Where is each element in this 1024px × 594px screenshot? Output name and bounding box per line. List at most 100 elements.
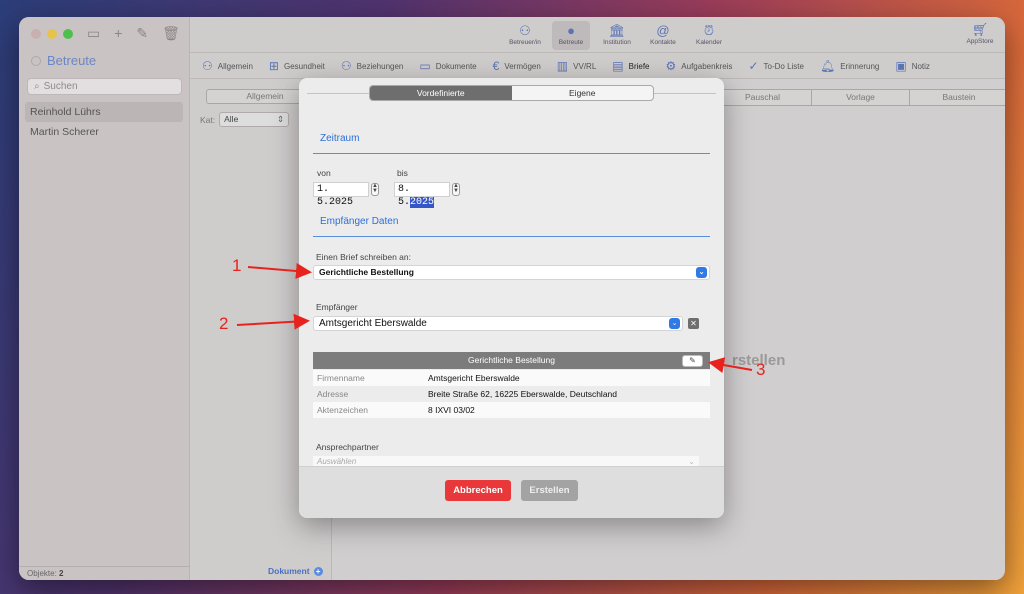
trash-icon[interactable]: 🗑︎	[162, 25, 180, 42]
list-item[interactable]: Reinhold Lührs	[25, 102, 183, 122]
tab-label: Aufgabenkreis	[681, 61, 733, 71]
people-gear-icon: ⚙	[665, 59, 677, 73]
folder-icon: ▭	[419, 59, 431, 73]
person-outline-icon: ⚇	[519, 23, 531, 38]
bis-date-prefix: 8. 5.	[398, 184, 411, 208]
tab-erinnerung[interactable]: 🔔︎ Erinnerung	[820, 59, 879, 73]
category-select[interactable]: Alle ⇕	[219, 112, 290, 127]
search-placeholder: Suchen	[43, 81, 78, 92]
toolbar-kalender-button[interactable]: ⏰︎ Kalender	[690, 21, 728, 50]
row-value: Amtsgericht Eberswalde	[428, 373, 520, 383]
table-row: Firmenname Amtsgericht Eberswalde	[313, 370, 710, 386]
annotation-number: 3	[756, 360, 766, 379]
von-label: von	[317, 168, 331, 178]
row-key: Firmenname	[317, 373, 365, 383]
category-label: Kat:	[200, 114, 216, 125]
tab-vermoegen[interactable]: € Vermögen	[493, 59, 541, 73]
medical-case-icon: ⊞	[268, 59, 279, 73]
appstore-label: AppStore	[966, 38, 994, 45]
category-filter: Kat: Alle ⇕	[200, 112, 290, 127]
plus-circle-icon: +	[313, 566, 323, 576]
bis-date-stepper[interactable]: ▲ ▼	[452, 183, 460, 196]
segment-eigene[interactable]: Eigene	[512, 86, 654, 100]
table-row: Aktenzeichen 8 IXVI 03/02	[313, 402, 710, 418]
chevron-down-icon: ⌄	[696, 267, 707, 278]
create-button[interactable]: Erstellen	[521, 480, 578, 501]
close-window-button[interactable]	[31, 29, 41, 39]
alarm-clock-icon: ⏰︎	[703, 23, 715, 38]
add-document-button[interactable]: Dokument +	[268, 566, 323, 576]
cancel-button[interactable]: Abbrechen	[445, 480, 511, 501]
segment-pauschal[interactable]: Pauschal	[714, 90, 812, 105]
tab-briefe[interactable]: ▤ Briefe	[612, 59, 649, 73]
checkmark-circle-icon: ✓	[748, 59, 759, 73]
row-value: Breite Straße 62, 16225 Eberswalde, Deut…	[428, 389, 618, 399]
sidebar: ▭ + ✎ 🗑︎ Betreute ⌕ Suchen Reinhold Lührs…	[19, 17, 190, 580]
section-tabs: ⚇ Allgemein ⊞ Gesundheit ⚇ Beziehungen ▭ Dok…	[190, 54, 1005, 79]
empfaenger-value: Amtsgericht Eberswalde	[319, 318, 427, 329]
toolbar-kontakte-button[interactable]: @ Kontakte	[644, 21, 682, 50]
clear-empfaenger-button[interactable]: ✕	[688, 318, 699, 329]
add-icon[interactable]: +	[114, 25, 122, 42]
appstore-button[interactable]: 🛒︎ AppStore	[965, 21, 995, 45]
note-icon: ▣	[895, 59, 907, 73]
chevron-down-icon: ⌄	[669, 318, 680, 329]
toolbar-button-label: Institution	[603, 39, 631, 46]
row-value: 8 IXVI 03/02	[428, 405, 475, 415]
tab-allgemein[interactable]: ⚇ Allgemein	[202, 59, 253, 73]
toolbar-institution-button[interactable]: 🏛︎ Institution	[598, 21, 636, 50]
sidebar-toggle-icon[interactable]: ▭	[87, 25, 100, 42]
minimize-window-button[interactable]	[47, 29, 57, 39]
toolbar-betreuer-button[interactable]: ⚇ Betreuer/in	[506, 21, 544, 50]
dialog-footer: Abbrechen Erstellen	[299, 466, 724, 518]
tab-label: Allgemein	[217, 61, 253, 71]
segment-vorlage[interactable]: Vorlage	[812, 90, 910, 105]
von-date-field[interactable]: 1. 5.2025	[313, 182, 369, 208]
segment-baustein[interactable]: Baustein	[910, 90, 1005, 105]
empfaenger-rule	[313, 236, 710, 237]
zoom-window-button[interactable]	[63, 29, 73, 39]
von-date-stepper[interactable]: ▲ ▼	[371, 183, 379, 196]
tab-gesundheit[interactable]: ⊞ Gesundheit	[269, 59, 325, 73]
bis-date-field[interactable]: 8. 5.2025	[394, 182, 450, 208]
tab-vvrl[interactable]: ▥ VV/RL	[557, 59, 596, 73]
empfaenger-select[interactable]: Amtsgericht Eberswalde ⌄	[313, 316, 683, 331]
tab-label: Gesundheit	[283, 61, 325, 71]
brief-recipient-label: Einen Brief schreiben an:	[316, 252, 411, 262]
toolbar-betreute-button[interactable]: ● Betreute	[552, 21, 590, 50]
sidebar-title-label: Betreute	[47, 53, 97, 68]
bell-icon: 🔔︎	[819, 59, 836, 73]
row-key: Aktenzeichen	[317, 405, 369, 415]
stepper-arrows-icon: ⇕	[277, 114, 285, 124]
list-item[interactable]: Martin Scherer	[25, 122, 183, 142]
recipient-details-table: Firmenname Amtsgericht Eberswalde Adress…	[313, 370, 710, 418]
document-icon: ▤	[612, 59, 624, 73]
tab-beziehungen[interactable]: ⚇ Beziehungen	[341, 59, 403, 73]
category-value: Alle	[224, 114, 239, 124]
brief-recipient-select[interactable]: Gerichtliche Bestellung ⌄	[313, 265, 710, 280]
divider	[307, 93, 369, 94]
search-input[interactable]: ⌕ Suchen	[27, 78, 182, 95]
edit-pencil-icon[interactable]: ✎	[136, 25, 148, 42]
tab-aufgabenkreis[interactable]: ⚙ Aufgabenkreis	[666, 59, 733, 73]
sidebar-footer: Objekte: 2	[19, 566, 190, 580]
annotation-number: 2	[219, 314, 229, 333]
tab-label: Briefe	[628, 61, 650, 71]
tab-notiz[interactable]: ▣ Notiz	[895, 59, 930, 73]
person-icon: ●	[567, 23, 575, 38]
tab-dokumente[interactable]: ▭ Dokumente	[419, 59, 476, 73]
table-row: Adresse Breite Straße 62, 16225 Eberswal…	[313, 386, 710, 402]
zeitraum-heading: Zeitraum	[320, 133, 360, 144]
edit-recipient-button[interactable]: ✎	[682, 355, 703, 367]
edit-square-icon: ✎	[689, 356, 696, 365]
tab-todo[interactable]: ✓ To-Do Liste	[748, 59, 804, 73]
toolbar-button-label: Betreute	[558, 39, 584, 46]
cart-icon: 🛒︎	[971, 22, 989, 37]
people-icon: ⚇	[340, 59, 352, 73]
tab-label: Erinnerung	[840, 61, 880, 71]
segment-vordefinierte[interactable]: Vordefinierte	[370, 86, 512, 100]
toolbar-button-label: Betreuer/in	[509, 39, 541, 46]
create-letter-dialog: Vordefinierte Eigene Zeitraum von bis 1.…	[299, 78, 724, 518]
settings-icon	[31, 55, 41, 66]
books-icon: ▥	[556, 59, 569, 73]
